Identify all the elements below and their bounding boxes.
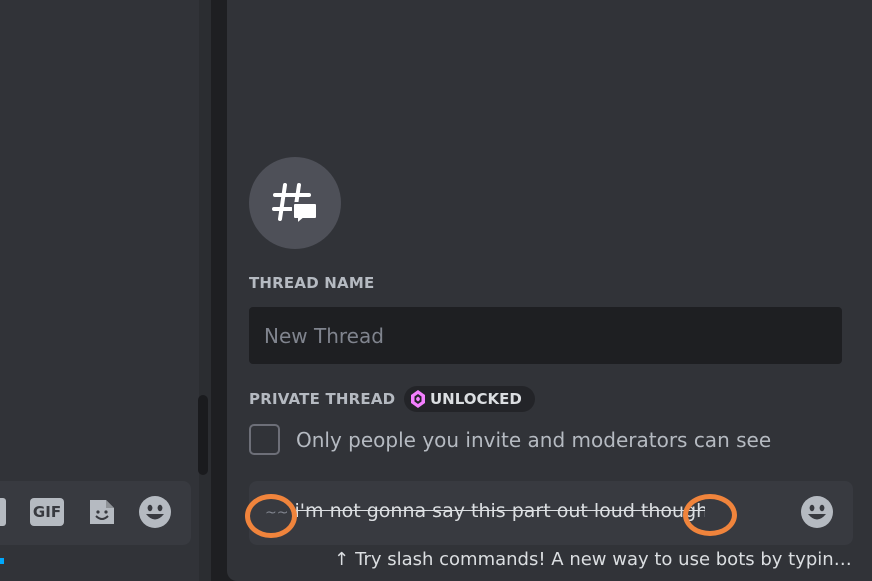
private-thread-checkbox[interactable] bbox=[249, 424, 280, 455]
message-input[interactable]: ~~ i'm not gonna say this part out loud … bbox=[265, 500, 705, 522]
thread-name-input[interactable] bbox=[249, 307, 842, 364]
slash-hint-arrow-icon: ↑ bbox=[334, 549, 350, 570]
left-scrollbar-thumb[interactable] bbox=[198, 395, 208, 475]
message-text: i'm not gonna say this part out loud tho… bbox=[294, 500, 705, 522]
thread-icon-container bbox=[249, 157, 341, 249]
gif-button[interactable]: GIF bbox=[30, 498, 64, 526]
thread-message-composer[interactable]: ~~ i'm not gonna say this part out loud … bbox=[245, 481, 853, 545]
left-scrollbar-track[interactable] bbox=[199, 0, 211, 581]
new-thread-panel: THREAD NAME PRIVATE THREAD UNLOCKED Only… bbox=[227, 0, 872, 581]
private-thread-checkbox-label[interactable]: Only people you invite and moderators ca… bbox=[296, 428, 771, 452]
unlocked-badge: UNLOCKED bbox=[404, 386, 535, 412]
private-thread-label: PRIVATE THREAD bbox=[249, 390, 396, 408]
attach-icon[interactable] bbox=[0, 498, 6, 526]
highlight-circle-close-marker bbox=[683, 494, 737, 536]
thread-name-label: THREAD NAME bbox=[249, 274, 375, 292]
sticker-icon[interactable] bbox=[86, 496, 118, 528]
highlight-circle-open-marker bbox=[245, 494, 297, 538]
emoji-icon[interactable] bbox=[800, 495, 834, 529]
emoji-icon[interactable] bbox=[138, 495, 172, 529]
left-message-composer[interactable]: GIF bbox=[0, 481, 191, 545]
left-edge-indicator bbox=[0, 558, 4, 564]
slash-hint-text: Try slash commands! A new way to use bot… bbox=[355, 549, 854, 570]
panel-divider bbox=[211, 0, 227, 581]
thread-icon bbox=[272, 183, 318, 227]
nitro-gem-icon bbox=[411, 390, 425, 408]
slash-commands-hint: ↑ Try slash commands! A new way to use bo… bbox=[334, 549, 854, 570]
left-chat-pane: GIF bbox=[0, 0, 199, 581]
unlocked-badge-text: UNLOCKED bbox=[430, 390, 522, 408]
